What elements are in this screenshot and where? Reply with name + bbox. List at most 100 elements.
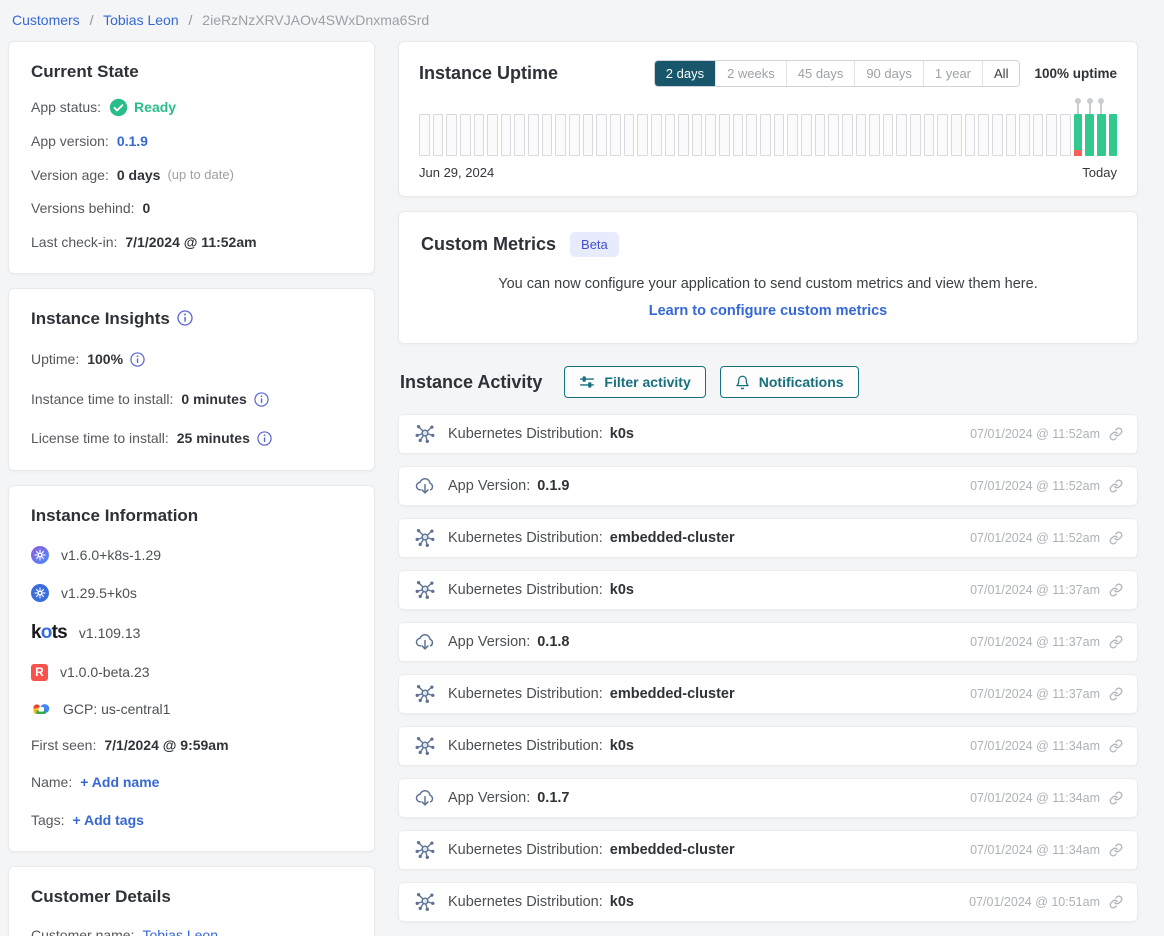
permalink-icon[interactable] <box>1109 531 1123 545</box>
uptime-bar-empty <box>965 114 976 156</box>
activity-value: k0s <box>610 738 634 754</box>
uptime-bar-empty <box>869 114 880 156</box>
uptime-bar-empty <box>801 114 812 156</box>
info-icon[interactable] <box>257 431 272 446</box>
uptime-label: Uptime: <box>31 351 79 369</box>
permalink-icon[interactable] <box>1109 843 1123 857</box>
uptime-bar-empty <box>528 114 539 156</box>
uptime-bar-empty <box>1060 114 1071 156</box>
check-circle-icon <box>109 98 128 117</box>
instance-activity-header: Instance Activity Filter activity Notifi… <box>400 366 1138 398</box>
instance-activity-title: Instance Activity <box>400 372 542 393</box>
custom-metrics-description: You can now configure your application t… <box>421 276 1115 292</box>
last-checkin-label: Last check-in: <box>31 234 117 252</box>
breadcrumb-separator: / <box>90 12 94 28</box>
bell-icon <box>735 375 750 390</box>
cloud-download-icon <box>414 475 436 497</box>
uptime-range-90-days[interactable]: 90 days <box>854 61 923 86</box>
instance-information-title: Instance Information <box>31 506 352 526</box>
configure-custom-metrics-link[interactable]: Learn to configure custom metrics <box>421 303 1115 319</box>
versions-behind-value: 0 <box>143 200 151 218</box>
breadcrumb-customers[interactable]: Customers <box>12 12 80 28</box>
page: Customers / Tobias Leon / 2ieRzNzXRVJAOv… <box>0 0 1164 936</box>
activity-value: embedded-cluster <box>610 842 735 858</box>
permalink-icon[interactable] <box>1109 791 1123 805</box>
uptime-bar-empty <box>569 114 580 156</box>
activity-value: k0s <box>610 582 634 598</box>
customer-name-label: Customer name: <box>31 927 134 936</box>
activity-label: Kubernetes Distribution: <box>448 582 603 598</box>
permalink-icon[interactable] <box>1109 427 1123 441</box>
cluster-icon <box>414 735 436 757</box>
activity-label: Kubernetes Distribution: <box>448 842 603 858</box>
uptime-range-1-year[interactable]: 1 year <box>923 61 982 86</box>
uptime-bar-empty <box>842 114 853 156</box>
version-age-label: Version age: <box>31 167 109 185</box>
info-icon[interactable] <box>254 392 269 407</box>
cluster-icon <box>414 423 436 445</box>
uptime-range-2-weeks[interactable]: 2 weeks <box>715 61 786 86</box>
uptime-bar-empty <box>651 114 662 156</box>
activity-value: embedded-cluster <box>610 530 735 546</box>
uptime-event-marker <box>1089 103 1091 114</box>
uptime-bar-empty <box>542 114 553 156</box>
permalink-icon[interactable] <box>1109 583 1123 597</box>
cluster-icon <box>414 527 436 549</box>
uptime-bar-empty <box>856 114 867 156</box>
uptime-bar-up <box>1085 114 1094 156</box>
uptime-bar-empty <box>992 114 1003 156</box>
k0s-icon <box>31 584 49 602</box>
cluster-icon <box>414 683 436 705</box>
activity-label: App Version: <box>448 790 530 806</box>
info-icon[interactable] <box>130 352 145 367</box>
uptime-bar-up <box>1074 114 1083 156</box>
activity-timestamp: 07/01/2024 @ 11:52am <box>970 479 1100 493</box>
tags-label: Tags: <box>31 812 64 830</box>
right-column: Instance Uptime 2 days2 weeks45 days90 d… <box>398 41 1138 934</box>
permalink-icon[interactable] <box>1109 479 1123 493</box>
activity-row: App Version: 0.1.9 07/01/2024 @ 11:52am <box>398 466 1138 506</box>
activity-timestamp: 07/01/2024 @ 11:37am <box>970 687 1100 701</box>
filter-activity-button[interactable]: Filter activity <box>564 366 705 398</box>
app-status-label: App status: <box>31 99 101 117</box>
breadcrumb-customer-name[interactable]: Tobias Leon <box>103 12 179 28</box>
info-icon[interactable] <box>177 310 193 326</box>
cluster-icon <box>414 891 436 913</box>
uptime-bar-empty <box>910 114 921 156</box>
activity-label: Kubernetes Distribution: <box>448 738 603 754</box>
license-time-to-install-label: License time to install: <box>31 430 169 448</box>
uptime-bar-empty <box>774 114 785 156</box>
notifications-button[interactable]: Notifications <box>720 366 859 398</box>
add-tags-link[interactable]: + Add tags <box>72 812 143 830</box>
uptime-bar-empty <box>1019 114 1030 156</box>
left-column: Current State App status: Ready App vers… <box>8 41 375 936</box>
cluster-icon <box>414 579 436 601</box>
instance-information-card: Instance Information v1.6.0+k8s-1.29 v1.… <box>8 485 375 853</box>
activity-label: Kubernetes Distribution: <box>448 426 603 442</box>
uptime-range-2-days[interactable]: 2 days <box>655 61 715 86</box>
name-label: Name: <box>31 774 72 792</box>
activity-timestamp: 07/01/2024 @ 11:34am <box>970 739 1100 753</box>
uptime-bar-empty <box>815 114 826 156</box>
customer-name-link[interactable]: Tobias Leon <box>142 927 218 936</box>
version-age-note: (up to date) <box>167 167 234 183</box>
uptime-bar-empty <box>705 114 716 156</box>
uptime-range-45-days[interactable]: 45 days <box>786 61 855 86</box>
uptime-bar-empty <box>1046 114 1057 156</box>
activity-label: App Version: <box>448 478 530 494</box>
last-checkin-value: 7/1/2024 @ 11:52am <box>125 234 256 252</box>
uptime-bar-empty <box>514 114 525 156</box>
permalink-icon[interactable] <box>1109 687 1123 701</box>
uptime-bar-empty <box>637 114 648 156</box>
uptime-bar-empty <box>937 114 948 156</box>
replicated-version: v1.0.0-beta.23 <box>60 664 150 680</box>
add-name-link[interactable]: + Add name <box>80 774 159 792</box>
activity-row: Kubernetes Distribution: k0s 07/01/2024 … <box>398 882 1138 922</box>
uptime-range-all[interactable]: All <box>982 61 1019 86</box>
uptime-bar-empty <box>787 114 798 156</box>
uptime-bar-empty <box>896 114 907 156</box>
app-version-link[interactable]: 0.1.9 <box>117 133 148 151</box>
permalink-icon[interactable] <box>1109 895 1123 909</box>
permalink-icon[interactable] <box>1109 739 1123 753</box>
permalink-icon[interactable] <box>1109 635 1123 649</box>
